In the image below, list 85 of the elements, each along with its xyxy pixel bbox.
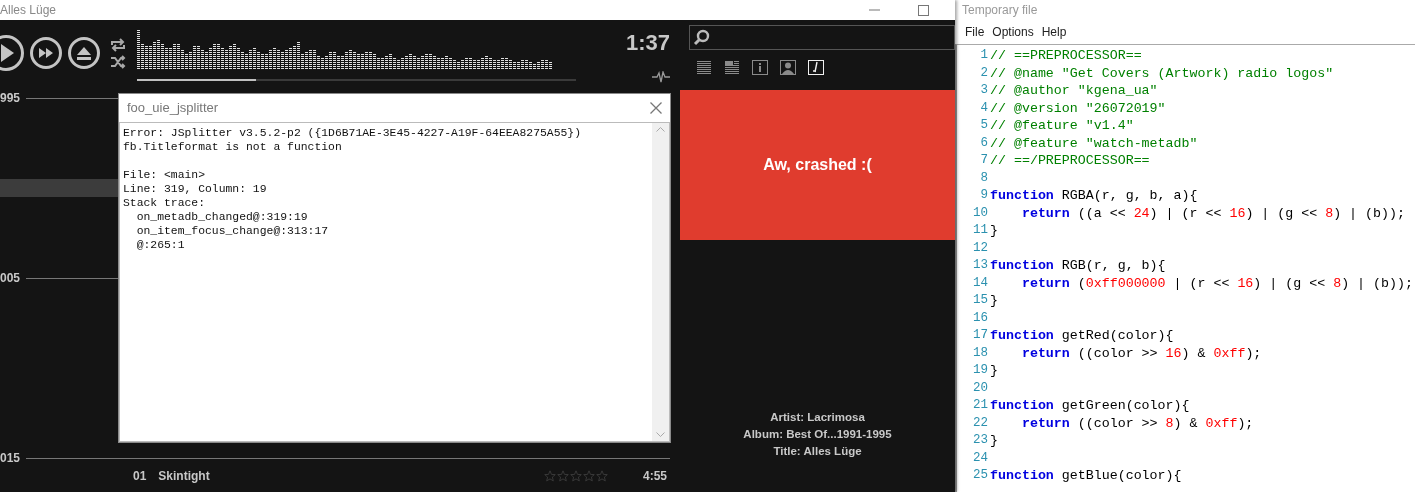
pen-icon[interactable]	[808, 60, 824, 75]
code-editor[interactable]	[955, 44, 1415, 492]
line-number: 17	[972, 327, 989, 344]
code-line: return (0xff000000 | (r << 16) | (g << 8) | (b));	[1020, 274, 1413, 292]
track-number: 01	[133, 468, 147, 485]
line-number: 24	[972, 449, 989, 467]
code-line: // ==/PREPROCESSOR==	[990, 152, 1150, 170]
code-line: // @version "26072019"	[990, 99, 1166, 117]
menu-item[interactable]: Options	[988, 23, 1038, 41]
line-number: 23	[972, 432, 989, 449]
line-number: 19	[972, 362, 989, 379]
star-icon[interactable]	[543, 470, 556, 482]
line-number: 16	[972, 309, 989, 327]
star-icon[interactable]	[556, 470, 569, 482]
code-line: }	[990, 362, 998, 380]
line-number: 1	[979, 47, 989, 64]
line-number: 7	[979, 152, 989, 169]
line-number: 2	[979, 64, 989, 82]
crash-message: Aw, crashed :(	[763, 155, 872, 175]
line-number: 9	[979, 187, 989, 204]
line-number: 5	[979, 117, 989, 134]
window-title: Alles Lüge	[0, 2, 57, 19]
menu-item[interactable]: File	[961, 23, 989, 41]
code-line: return ((a << 24) | (r << 16) | (g << 8) | (b));	[1020, 204, 1405, 222]
code-line: // @feature "v1.4"	[990, 117, 1134, 135]
line-number: 18	[972, 344, 989, 362]
code-line: // @author "kgena_ua"	[990, 82, 1158, 100]
playlist-row[interactable]: 01 Skintight 4:55	[0, 467, 680, 485]
line-number: 21	[972, 397, 989, 414]
dialog-title: foo_uie_jsplitter	[127, 99, 219, 118]
group-header: 015	[0, 450, 21, 467]
code-line: // @name "Get Covers (Artwork) radio logos"	[990, 64, 1334, 82]
code-line: function RGB(r, g, b){	[990, 257, 1166, 275]
window-title: Temporary file	[962, 3, 1038, 17]
line-number: 13	[972, 257, 989, 274]
track-info-line: Album: Best Of...1991-1995	[743, 427, 892, 442]
line-number: 15	[972, 292, 989, 309]
line-number: 20	[972, 379, 989, 397]
line-number: 14	[972, 274, 989, 292]
details-view-icon[interactable]	[724, 60, 740, 75]
track-duration: 4:55	[642, 468, 667, 485]
close-button[interactable]	[650, 102, 662, 114]
code-line: return ((color >> 16) & 0xff);	[1020, 344, 1262, 362]
line-number: 22	[972, 414, 989, 432]
list-view-icon[interactable]	[696, 60, 712, 75]
code-line: }	[990, 222, 998, 240]
error-details: File: <main> Line: 319, Column: 19 Stack trace: on_metadb_changed@:319:19 on_item_focus_change@:313:17 @:265:1	[123, 168, 330, 252]
search-icon	[693, 29, 710, 46]
repeat-button[interactable]	[110, 37, 126, 52]
code-line: }	[990, 432, 998, 450]
code-line: function getGreen(color){	[990, 397, 1190, 415]
code-line: function RGBA(r, g, b, a){	[990, 187, 1198, 205]
star-icon[interactable]	[582, 470, 595, 482]
info-icon[interactable]	[752, 60, 768, 75]
line-number: 4	[979, 99, 989, 117]
line-number: 12	[972, 239, 989, 257]
code-line: function getRed(color){	[990, 327, 1174, 345]
line-number: 11	[972, 222, 989, 239]
menu-item[interactable]: Help	[1037, 23, 1071, 41]
code-line: return ((color >> 8) & 0xff);	[1020, 414, 1254, 432]
line-number: 8	[979, 169, 989, 187]
group-header: 005	[0, 270, 21, 287]
track-info-line: Title: Alles Lüge	[773, 444, 862, 459]
fast-forward-button[interactable]	[29, 36, 63, 70]
line-number: 10	[972, 204, 989, 222]
code-line: // ==PREPROCESSOR==	[990, 47, 1142, 65]
maximize-icon[interactable]	[918, 4, 929, 16]
eject-button[interactable]	[67, 36, 101, 70]
star-icon[interactable]	[595, 470, 608, 482]
code-line: function getBlue(color){	[990, 467, 1182, 485]
group-header: 995	[0, 90, 21, 107]
waveform-icon[interactable]	[652, 71, 670, 83]
star-icon[interactable]	[569, 470, 582, 482]
shuffle-button[interactable]	[110, 54, 126, 69]
playback-time: 1:37	[625, 31, 670, 55]
track-title: Skintight	[158, 468, 210, 485]
line-number: 6	[979, 134, 989, 152]
search-field[interactable]	[689, 25, 955, 50]
code-line: }	[990, 292, 998, 310]
line-number: 25	[972, 467, 989, 484]
error-message: Error: JSplitter v3.5.2-p2 ({1D6B71AE-3E45-4227-A19F-64EEA8275A55}) fb.Titleformat is not a function	[123, 126, 582, 154]
line-number: 3	[979, 82, 989, 99]
track-info-line: Artist: Lacrimosa	[770, 410, 865, 425]
person-icon[interactable]	[780, 60, 796, 75]
code-line: // @feature "watch-metadb"	[990, 134, 1198, 152]
